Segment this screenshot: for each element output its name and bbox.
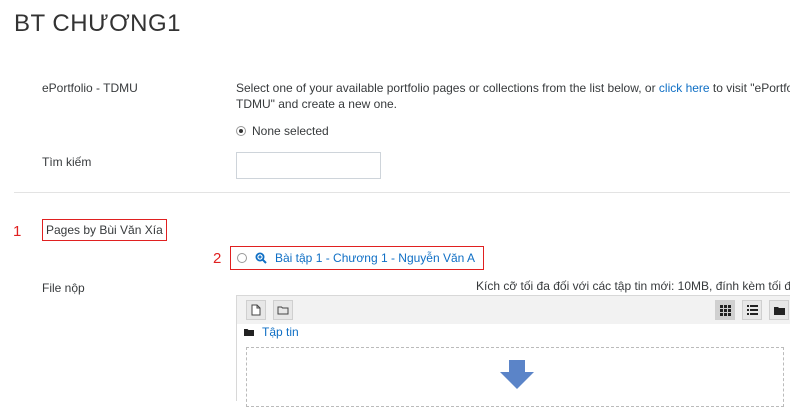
file-dropzone[interactable] xyxy=(246,347,784,407)
arrow-down-icon xyxy=(500,360,534,389)
file-picker-toolbar xyxy=(237,296,790,324)
view-tree-button[interactable] xyxy=(769,300,789,320)
page-item-radio[interactable] xyxy=(237,253,247,263)
folder-solid-icon xyxy=(773,306,785,315)
annotation-number-1: 1 xyxy=(13,223,22,240)
click-here-link[interactable]: click here xyxy=(659,81,710,95)
file-path-breadcrumb: Tập tin xyxy=(244,325,299,339)
file-submission-label: File nộp xyxy=(42,281,85,295)
portfolio-page-item[interactable]: Bài tập 1 - Chương 1 - Nguyễn Văn A xyxy=(230,246,485,270)
portfolio-description: Select one of your available portfolio p… xyxy=(236,80,790,112)
list-icon xyxy=(746,305,758,315)
create-folder-button[interactable] xyxy=(273,300,293,320)
search-label: Tìm kiếm xyxy=(42,155,92,169)
pages-by-header: Pages by Bùi Văn Xía xyxy=(42,219,167,241)
grid-icon xyxy=(719,304,731,316)
pages-by-label: Pages by Bùi Văn Xía xyxy=(46,223,163,237)
desc-text-before: Select one of your available portfolio p… xyxy=(236,81,659,95)
annotation-number-2: 2 xyxy=(213,250,222,267)
add-file-button[interactable] xyxy=(246,300,266,320)
divider xyxy=(14,192,790,193)
page-item-link[interactable]: Bài tập 1 - Chương 1 - Nguyễn Văn A xyxy=(275,251,475,265)
folder-link[interactable]: Tập tin xyxy=(262,325,299,339)
page-title: BT CHƯƠNG1 xyxy=(14,10,181,37)
view-icons-button[interactable] xyxy=(715,300,735,320)
none-selected-label: None selected xyxy=(252,124,329,138)
max-size-note: Kích cỡ tối đa đối với các tập tin mới: … xyxy=(476,279,790,293)
none-selected-option[interactable]: None selected xyxy=(236,124,329,138)
view-list-button[interactable] xyxy=(742,300,762,320)
desc-line-2: TDMU" and create a new one. xyxy=(236,97,398,111)
eportfolio-label: ePortfolio - TDMU xyxy=(42,81,138,95)
desc-text-after: to visit "ePortfolio - xyxy=(712,81,790,95)
folder-icon xyxy=(277,306,289,315)
folder-solid-icon xyxy=(244,329,254,336)
zoom-icon[interactable] xyxy=(255,252,267,264)
file-icon xyxy=(251,304,261,316)
none-selected-radio[interactable] xyxy=(236,126,246,136)
search-input[interactable] xyxy=(236,152,381,179)
